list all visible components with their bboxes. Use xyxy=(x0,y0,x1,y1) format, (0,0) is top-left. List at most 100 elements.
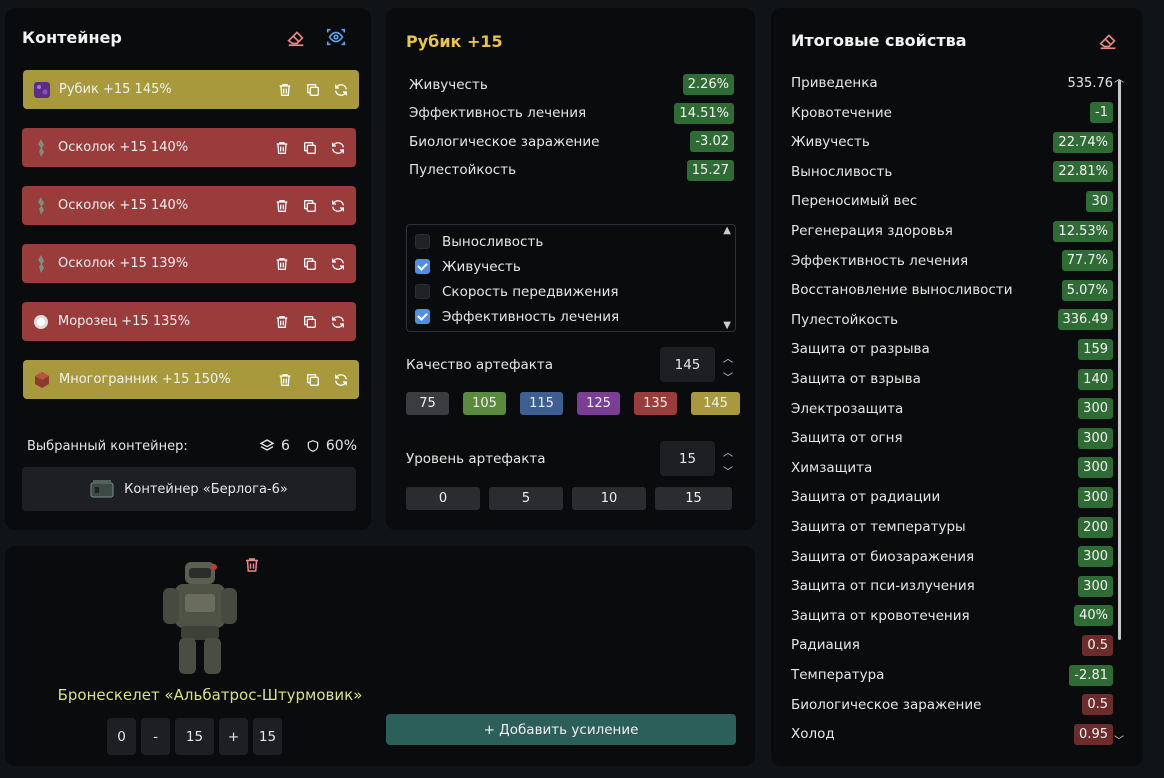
total-name: Химзащита xyxy=(791,459,873,476)
trash-icon[interactable] xyxy=(274,198,290,214)
container-item-label: Морозец +15 135% xyxy=(58,314,190,329)
checkbox[interactable] xyxy=(415,284,430,299)
chevron-up-icon[interactable]: ︿ xyxy=(723,444,733,459)
total-row: Электрозащита 300 xyxy=(791,397,1113,421)
total-name: Защита от пси-излучения xyxy=(791,578,975,595)
copy-icon[interactable] xyxy=(302,314,318,330)
container-item[interactable]: Осколок +15 139% xyxy=(22,244,356,283)
trash-icon[interactable] xyxy=(277,82,293,98)
total-row: Защита от разрыва 159 xyxy=(791,337,1113,361)
level-minus-button[interactable]: - xyxy=(141,718,170,755)
scroll-up-icon[interactable]: ▲ xyxy=(723,225,731,236)
quality-option-button[interactable]: 75 xyxy=(406,392,449,415)
checkbox[interactable] xyxy=(415,259,430,274)
total-row: Защита от пси-излучения 300 xyxy=(791,574,1113,598)
copy-icon[interactable] xyxy=(305,82,321,98)
quality-option-button[interactable]: 115 xyxy=(520,392,563,415)
total-row: Радиация 0.5 xyxy=(791,633,1113,657)
trash-icon[interactable] xyxy=(274,256,290,272)
checklist-item[interactable]: Скорость передвижения xyxy=(407,279,735,304)
container-item-label: Осколок +15 139% xyxy=(58,256,189,271)
total-name: Защита от кровотечения xyxy=(791,607,970,624)
container-item-label: Многогранник +15 150% xyxy=(59,372,231,387)
checklist-item[interactable]: Выносливость xyxy=(407,229,735,254)
checklist-item[interactable]: Живучесть xyxy=(407,254,735,279)
chevron-down-icon[interactable]: ﹀ xyxy=(723,463,733,478)
level-min-button[interactable]: 0 xyxy=(107,718,136,755)
selected-container-label: Выбранный контейнер: xyxy=(27,438,188,454)
quality-stepper[interactable]: ︿ ﹀ xyxy=(721,350,735,384)
quality-option-button[interactable]: 125 xyxy=(577,392,620,415)
total-row: Биологическое заражение 0.5 xyxy=(791,693,1113,717)
container-item[interactable]: Многогранник +15 150% xyxy=(23,360,359,399)
level-option-button[interactable]: 5 xyxy=(489,487,563,510)
checklist-item[interactable]: Эффективность лечения xyxy=(407,304,735,329)
container-item[interactable]: Осколок +15 140% xyxy=(22,128,356,167)
total-row: Защита от биозаражения 300 xyxy=(791,545,1113,569)
level-option-button[interactable]: 0 xyxy=(406,487,480,510)
level-option-button[interactable]: 10 xyxy=(572,487,646,510)
scroll-down-icon[interactable]: ﹀ xyxy=(1114,732,1124,747)
scroll-up-icon[interactable]: ︿ xyxy=(1114,70,1124,85)
property-checklist[interactable]: Выносливость Живучесть Скорость передвижен… xyxy=(406,224,736,332)
copy-icon[interactable] xyxy=(302,198,318,214)
refresh-icon[interactable] xyxy=(330,256,346,272)
total-name: Выносливость xyxy=(791,163,893,180)
quality-option-button[interactable]: 105 xyxy=(463,392,506,415)
trash-icon[interactable] xyxy=(274,140,290,156)
trash-icon[interactable] xyxy=(277,372,293,388)
scroll-down-icon[interactable]: ▼ xyxy=(723,320,731,331)
container-select-button[interactable]: Контейнер «Берлога-6» xyxy=(22,467,356,511)
level-plus-button[interactable]: + xyxy=(219,718,248,755)
total-row: Защита от огня 300 xyxy=(791,426,1113,450)
quality-input[interactable]: 145 xyxy=(660,347,715,382)
container-item[interactable]: Рубик +15 145% xyxy=(23,70,359,109)
checkbox[interactable] xyxy=(415,309,430,324)
copy-icon[interactable] xyxy=(305,372,321,388)
armor-level-controls: 0 - 15 + 15 xyxy=(107,718,282,755)
refresh-icon[interactable] xyxy=(330,198,346,214)
rubik-artifact-icon xyxy=(31,79,53,101)
shield-icon xyxy=(307,440,319,452)
armor-level-input[interactable]: 15 xyxy=(175,718,214,755)
level-option-button[interactable]: 15 xyxy=(655,487,732,510)
chevron-down-icon[interactable]: ﹀ xyxy=(723,369,733,384)
stat-value: -3.02 xyxy=(690,131,734,152)
container-item[interactable]: Морозец +15 135% xyxy=(22,302,356,341)
trash-icon[interactable] xyxy=(274,314,290,330)
total-name: Защита от биозаражения xyxy=(791,548,975,565)
copy-icon[interactable] xyxy=(302,140,318,156)
total-name: Пулестойкость xyxy=(791,311,899,328)
quality-option-button[interactable]: 135 xyxy=(634,392,677,415)
copy-icon[interactable] xyxy=(302,256,318,272)
eraser-icon[interactable] xyxy=(285,26,307,48)
refresh-icon[interactable] xyxy=(330,314,346,330)
eraser-icon[interactable] xyxy=(1097,29,1119,51)
total-name: Радиация xyxy=(791,637,860,654)
level-stepper[interactable]: ︿ ﹀ xyxy=(721,444,735,478)
checklist-scrollbar[interactable]: ▲ ▼ xyxy=(723,225,731,331)
total-value: 300 xyxy=(1078,427,1113,449)
total-value: -2.81 xyxy=(1069,664,1113,686)
add-enhancement-button[interactable]: + Добавить усиление xyxy=(386,714,736,745)
total-row: Восстановление выносливости 5.07% xyxy=(791,278,1113,302)
refresh-icon[interactable] xyxy=(333,82,349,98)
refresh-icon[interactable] xyxy=(333,372,349,388)
total-name: Кровотечение xyxy=(791,104,892,121)
total-name: Защита от радиации xyxy=(791,489,941,506)
level-input[interactable]: 15 xyxy=(660,441,715,476)
total-row: Живучесть 22.74% xyxy=(791,130,1113,154)
level-max-button[interactable]: 15 xyxy=(253,718,282,755)
refresh-icon[interactable] xyxy=(330,140,346,156)
total-name: Приведенка xyxy=(791,75,878,91)
eye-scan-icon[interactable] xyxy=(325,26,347,48)
container-item[interactable]: Осколок +15 140% xyxy=(22,186,356,225)
total-row: Эффективность лечения 77.7% xyxy=(791,249,1113,273)
quality-option-button[interactable]: 145 xyxy=(691,392,740,415)
trash-icon[interactable] xyxy=(243,556,261,574)
chevron-up-icon[interactable]: ︿ xyxy=(723,350,733,365)
totals-scrollbar[interactable] xyxy=(1118,80,1121,640)
total-value: 300 xyxy=(1078,457,1113,479)
checkbox[interactable] xyxy=(415,234,430,249)
total-value: 140 xyxy=(1078,368,1113,390)
